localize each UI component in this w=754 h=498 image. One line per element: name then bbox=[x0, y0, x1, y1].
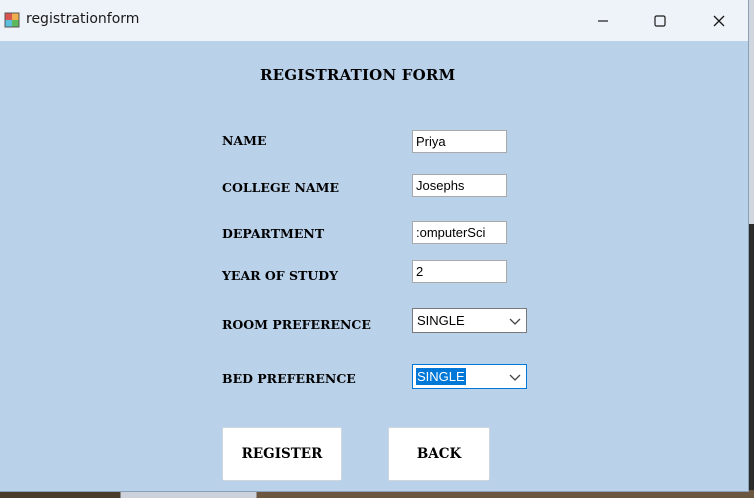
department-label: DEPARTMENT bbox=[222, 226, 325, 241]
college-name-label: COLLEGE NAME bbox=[222, 180, 339, 195]
desktop-background-bottom bbox=[0, 490, 754, 498]
minimize-button[interactable] bbox=[580, 0, 626, 41]
room-preference-label: ROOM PREFERENCE bbox=[222, 317, 371, 332]
maximize-button[interactable] bbox=[637, 0, 683, 41]
back-button[interactable]: BACK bbox=[388, 427, 490, 481]
maximize-icon bbox=[654, 14, 666, 27]
year-of-study-label: YEAR OF STUDY bbox=[222, 268, 338, 283]
close-button[interactable] bbox=[696, 0, 742, 41]
room-preference-dropdown[interactable]: SINGLE bbox=[412, 308, 527, 333]
form-heading: REGISTRATION FORM bbox=[260, 66, 456, 84]
window-title: registrationform bbox=[26, 11, 140, 27]
bed-preference-dropdown[interactable]: SINGLE bbox=[412, 364, 527, 389]
department-input[interactable] bbox=[412, 221, 507, 244]
desktop-background-right bbox=[748, 0, 754, 498]
name-label: NAME bbox=[222, 133, 267, 148]
title-bar[interactable]: registrationform bbox=[0, 0, 748, 41]
room-preference-value: SINGLE bbox=[417, 313, 465, 328]
year-of-study-input[interactable] bbox=[412, 260, 507, 283]
name-input[interactable] bbox=[412, 130, 507, 153]
bed-preference-value: SINGLE bbox=[416, 368, 466, 385]
close-icon bbox=[713, 15, 725, 26]
register-button[interactable]: REGISTER bbox=[222, 427, 342, 481]
registration-window: registrationform REGISTRATION FORM NAME … bbox=[0, 0, 748, 491]
minimize-icon bbox=[598, 19, 608, 22]
chevron-down-icon[interactable] bbox=[508, 370, 522, 384]
chevron-down-icon[interactable] bbox=[508, 314, 522, 328]
bed-preference-label: BED PREFERENCE bbox=[222, 371, 356, 386]
college-name-input[interactable] bbox=[412, 174, 507, 197]
app-form-icon bbox=[4, 12, 20, 28]
